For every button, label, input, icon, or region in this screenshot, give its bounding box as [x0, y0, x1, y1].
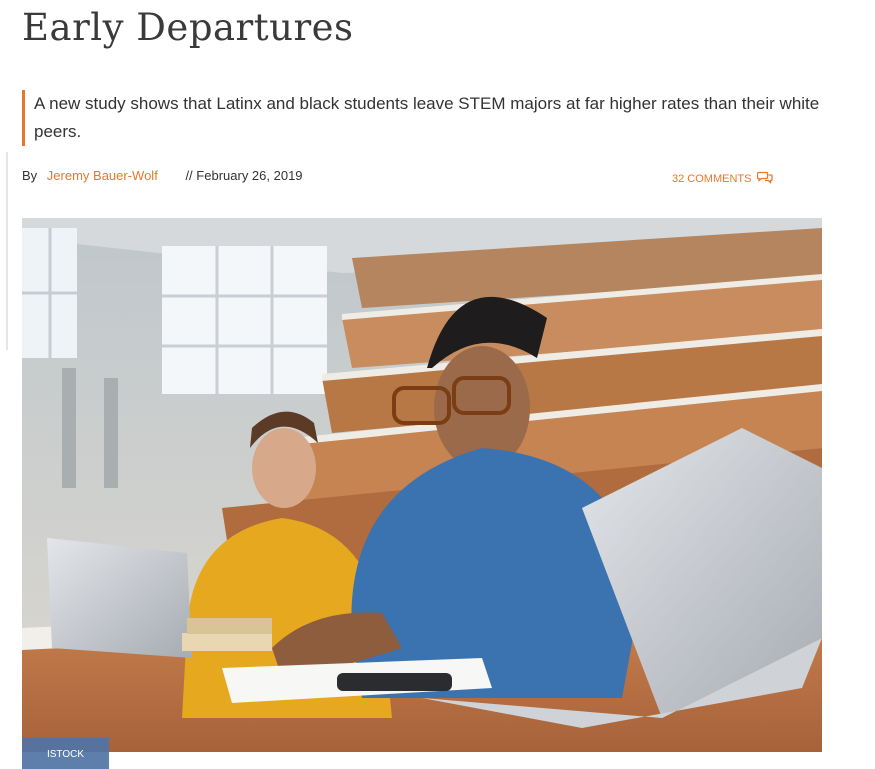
photo-credit: ISTOCK: [22, 738, 109, 769]
article-headline: Early Departures: [22, 6, 354, 49]
date-separator: //: [185, 168, 193, 183]
byline-prefix: By: [22, 168, 38, 183]
left-divider: [6, 152, 8, 350]
comments-link[interactable]: 32 COMMENTS: [672, 170, 774, 187]
speech-bubbles-icon: [757, 170, 774, 187]
comments-label: 32 COMMENTS: [672, 172, 752, 185]
article-deck: A new study shows that Latinx and black …: [22, 90, 824, 146]
article-photo: [22, 218, 822, 752]
article-byline: By Jeremy Bauer-Wolf // February 26, 201…: [22, 168, 303, 183]
author-link[interactable]: Jeremy Bauer-Wolf: [47, 168, 158, 183]
publish-date: February 26, 2019: [196, 168, 303, 183]
article-page: Early Departures A new study shows that …: [0, 0, 875, 769]
